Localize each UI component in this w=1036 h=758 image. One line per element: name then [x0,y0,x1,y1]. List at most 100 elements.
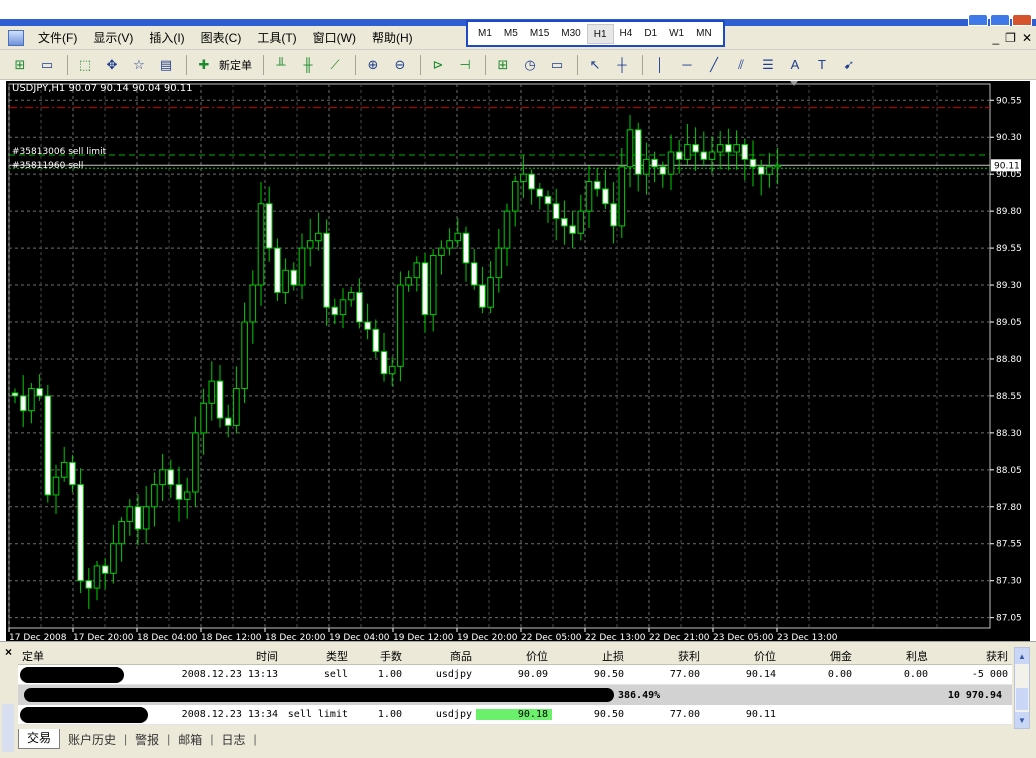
crosshair-icon[interactable]: ┼ [610,54,634,76]
candle-body [429,254,437,316]
col-profit[interactable]: 获利 [932,648,1012,664]
candle-body [462,232,470,264]
col-commission[interactable]: 佣金 [780,648,856,664]
menu-view[interactable]: 显示(V) [85,29,141,46]
menu-insert[interactable]: 插入(I) [141,29,192,46]
redacted-block [20,707,148,723]
col-price[interactable]: 价位 [476,648,552,664]
fibonacci-icon[interactable]: ☰ [756,54,780,76]
candle-body [667,151,675,175]
app-icon[interactable] [8,29,24,46]
price-chart[interactable]: 90.55 90.30 90.05 89.80 89.55 89.30 89.05 88.80… [6,81,1030,641]
favorites-icon[interactable]: ☆ [127,54,151,76]
candle-body [454,232,462,242]
trendline-icon[interactable]: ╱ [702,54,726,76]
time-label: 22 Dec 21:00 [649,633,710,641]
scroll-down-icon[interactable]: ▼ [1015,712,1029,728]
tab-mailbox[interactable]: 邮箱 [170,731,210,748]
market-watch-icon[interactable]: ⬚ [73,54,97,76]
auto-scroll-icon[interactable]: ⊳ [426,54,450,76]
candle-body [446,240,453,249]
table-row[interactable]: 2008.12.23 13:34 sell limit 1.00 usdjpy … [18,705,1012,725]
price-label: 88.30 [996,429,1022,439]
candle-body [200,402,207,434]
tf-w1[interactable]: W1 [663,24,690,44]
cursor-icon[interactable]: ↖ [583,54,607,76]
text-icon[interactable]: A [783,54,807,76]
col-tp[interactable]: 获利 [628,648,704,664]
line-chart-icon[interactable]: ⟋ [323,54,347,76]
row-price: 90.09 [517,669,548,680]
tab-journal[interactable]: 日志 [213,731,253,748]
price-label: 87.55 [996,540,1022,550]
horizontal-line-icon[interactable]: ─ [675,54,699,76]
price-label: 90.05 [996,170,1022,180]
tab-alerts[interactable]: 警报 [127,731,167,748]
chart-shift-icon[interactable]: ⊣ [453,54,477,76]
col-current-price[interactable]: 价位 [704,648,780,664]
col-time[interactable]: 时间 [118,648,282,664]
tf-m30[interactable]: M30 [555,24,586,44]
tf-m15[interactable]: M15 [524,24,555,44]
close-window-button[interactable] [1012,14,1032,26]
candlestick-icon[interactable]: ╫ [296,54,320,76]
close-terminal-icon[interactable]: × [5,645,12,659]
col-lots[interactable]: 手数 [352,648,406,664]
candle-body [93,565,101,589]
tab-account-history[interactable]: 账户历史 [60,731,124,748]
mdi-close-icon[interactable]: ✕ [1022,31,1032,45]
new-order-icon[interactable]: ✚ [192,54,216,76]
tf-d1[interactable]: D1 [638,24,663,44]
text-label-icon[interactable]: T [810,54,834,76]
periods-icon[interactable]: ◷ [518,54,542,76]
tf-m1[interactable]: M1 [472,24,498,44]
mdi-minimize-icon[interactable]: _ [992,31,999,45]
tab-trade[interactable]: 交易 [18,729,61,749]
menu-tools[interactable]: 工具(T) [249,29,304,46]
price-label: 88.55 [996,392,1022,402]
vertical-line-icon[interactable]: │ [648,54,672,76]
candle-body [249,284,257,323]
tf-mn[interactable]: MN [690,24,718,44]
candle-body [675,151,683,160]
zoom-out-icon[interactable]: ⊖ [388,54,412,76]
candle-body [684,144,691,160]
bar-chart-icon[interactable]: ╨ [269,54,293,76]
terminal-scrollbar[interactable]: ▲ ▼ [1014,647,1030,729]
arrows-icon[interactable]: ➹ [837,54,861,76]
col-symbol[interactable]: 商品 [406,648,476,664]
tf-m5[interactable]: M5 [498,24,524,44]
candle-body [192,432,199,493]
scroll-thumb[interactable] [1016,688,1028,710]
terminal-icon[interactable]: ▤ [154,54,178,76]
chart-canvas: 90.55 90.30 90.05 89.80 89.55 89.30 89.05 88.80… [8,81,1022,641]
profiles-icon[interactable]: ▭ [35,54,59,76]
candle-body [626,129,634,168]
equidistant-channel-icon[interactable]: ⫽ [729,54,753,76]
scroll-up-icon[interactable]: ▲ [1015,648,1029,664]
col-type[interactable]: 类型 [282,648,352,664]
col-swap[interactable]: 利息 [856,648,932,664]
price-label: 87.80 [996,503,1022,513]
navigator-icon[interactable]: ✥ [100,54,124,76]
menu-charts[interactable]: 图表(C) [193,29,250,46]
menu-file[interactable]: 文件(F) [30,29,85,46]
indicators-icon[interactable]: ⊞ [491,54,515,76]
col-order[interactable]: 定单 [18,648,118,664]
mdi-restore-icon[interactable]: ❐ [1005,31,1016,45]
minimize-window-button[interactable] [968,14,988,26]
menu-help[interactable]: 帮助(H) [364,29,421,46]
tf-h4[interactable]: H4 [614,24,639,44]
new-order-button[interactable]: 新定单 [219,57,252,73]
zoom-in-icon[interactable]: ⊕ [361,54,385,76]
templates-icon[interactable]: ▭ [545,54,569,76]
col-sl[interactable]: 止损 [552,648,628,664]
maximize-window-button[interactable] [990,14,1010,26]
table-row[interactable]: 2008.12.23 13:13 sell 1.00 usdjpy 90.09 … [18,665,1012,685]
menu-window[interactable]: 窗口(W) [305,29,364,46]
new-chart-icon[interactable]: ⊞ [8,54,32,76]
candle-body [28,388,35,412]
candle-body [520,173,527,183]
redacted-block [20,667,124,683]
tf-h1[interactable]: H1 [586,23,614,44]
